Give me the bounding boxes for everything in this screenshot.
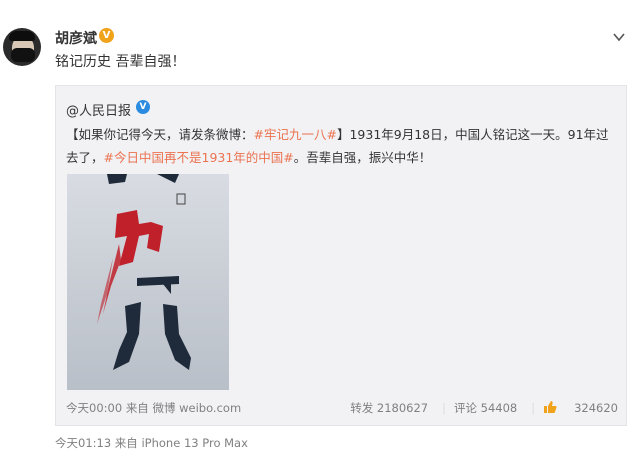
poster-artwork: [67, 174, 229, 390]
comment-button[interactable]: 评论 54408: [454, 401, 517, 415]
topic-link-1[interactable]: #牢记九一八#: [254, 127, 337, 142]
like-count: 324620: [574, 401, 618, 415]
quoted-text-part3: 。吾辈自强，振兴中华！: [293, 150, 432, 165]
poster-image[interactable]: [67, 174, 229, 390]
avatar-hair: [9, 31, 35, 41]
quoted-from-label: 来自: [125, 401, 149, 415]
weibo-post-card: 胡彦斌 V 铭记历史 吾辈自强！ @人民日报 V 【如果你记得今天，请发条微博：…: [0, 0, 640, 461]
post-from-label: 来自: [114, 436, 138, 450]
quoted-post[interactable]: @人民日报 V 【如果你记得今天，请发条微博：#牢记九一八#】1931年9月18…: [55, 85, 627, 426]
quoted-time[interactable]: 今天00:00: [66, 401, 122, 415]
quoted-author[interactable]: @人民日报: [66, 100, 131, 119]
quoted-source[interactable]: 微博 weibo.com: [152, 401, 241, 415]
chevron-down-icon[interactable]: [612, 30, 626, 44]
verified-icon: V: [99, 28, 114, 43]
author-name[interactable]: 胡彦斌: [55, 28, 97, 48]
post-meta: 今天01:13 来自 iPhone 13 Pro Max: [55, 435, 248, 451]
avatar-mask: [11, 48, 35, 62]
verified-blue-icon: V: [136, 100, 150, 114]
quoted-meta: 今天00:00 来自 微博 weibo.com: [66, 400, 241, 416]
stat-divider: |: [442, 401, 446, 415]
quoted-text: 【如果你记得今天，请发条微博：#牢记九一八#】1931年9月18日，中国人铭记这…: [66, 123, 621, 169]
post-device: iPhone 13 Pro Max: [141, 436, 248, 450]
quoted-stats: 转发 2180627 | 评论 54408 | 324620: [336, 400, 618, 416]
like-button[interactable]: 324620: [543, 401, 618, 415]
stat-divider: |: [531, 401, 536, 415]
topic-link-2[interactable]: #今日中国再不是1931年的中国#: [104, 150, 294, 165]
post-time[interactable]: 今天01:13: [55, 436, 111, 450]
repost-button[interactable]: 转发 2180627: [350, 401, 428, 415]
avatar[interactable]: [3, 28, 41, 66]
quoted-text-part1: 【如果你记得今天，请发条微博：: [66, 127, 254, 142]
post-text: 铭记历史 吾辈自强！: [55, 54, 186, 70]
thumbs-up-icon: [544, 401, 557, 413]
